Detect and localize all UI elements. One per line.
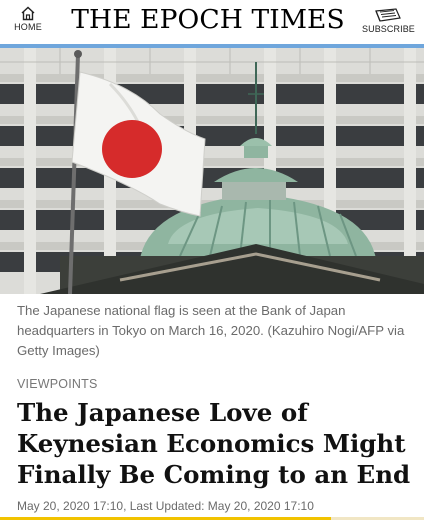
site-logo[interactable]: THE EPOCH TIMES bbox=[58, 4, 358, 35]
home-icon bbox=[21, 6, 35, 21]
home-label: HOME bbox=[14, 22, 42, 32]
bank-of-japan-photo bbox=[0, 44, 424, 294]
image-caption: The Japanese national flag is seen at th… bbox=[17, 303, 405, 358]
subscribe-label: SUBSCRIBE bbox=[362, 24, 415, 34]
article-category[interactable]: VIEWPOINTS bbox=[17, 377, 97, 391]
subscribe-button[interactable]: SUBSCRIBE bbox=[362, 8, 415, 34]
article-dateline: May 20, 2020 17:10, Last Updated: May 20… bbox=[17, 499, 314, 513]
hero-image bbox=[0, 44, 424, 294]
newspaper-icon bbox=[375, 8, 401, 22]
article-title: The Japanese Love of Keynesian Economics… bbox=[17, 398, 411, 489]
top-bar: HOME THE EPOCH TIMES SUBSCRIBE bbox=[0, 0, 424, 44]
home-button[interactable]: HOME bbox=[10, 6, 46, 32]
